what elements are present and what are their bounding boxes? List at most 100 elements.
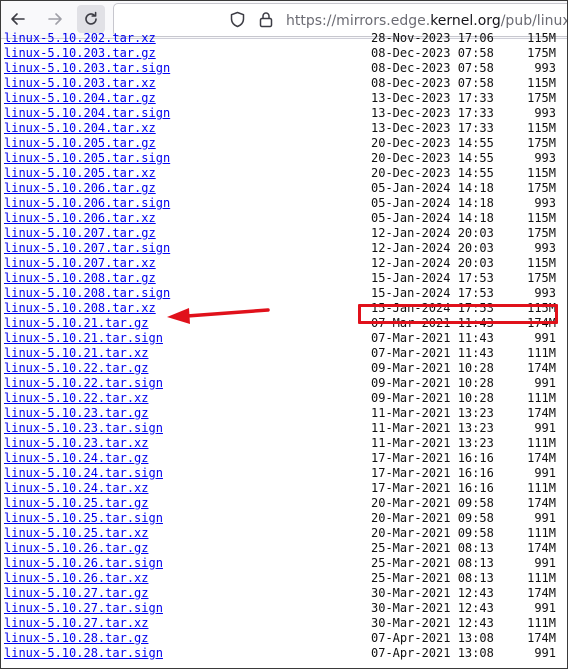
file-size: 993 [534,151,556,165]
file-link[interactable]: linux-5.10.22.tar.xz [4,391,149,406]
file-link[interactable]: linux-5.10.208.tar.sign [4,286,170,301]
file-link[interactable]: linux-5.10.21.tar.sign [4,331,163,346]
file-date: 17-Mar-2021 16:16 [371,466,494,480]
file-link[interactable]: linux-5.10.21.tar.gz [4,316,149,331]
file-date: 07-Apr-2021 13:08 [371,631,494,645]
file-link[interactable]: linux-5.10.207.tar.sign [4,241,170,256]
file-date: 25-Mar-2021 08:13 [371,571,494,585]
file-link[interactable]: linux-5.10.22.tar.sign [4,376,163,391]
annotation-arrow-icon [167,308,270,324]
highlight-box [358,304,558,324]
file-link[interactable]: linux-5.10.23.tar.gz [4,406,149,421]
file-size: 991 [534,646,556,660]
file-date: 09-Mar-2021 10:28 [371,391,494,405]
file-link[interactable]: linux-5.10.23.tar.sign [4,421,163,436]
back-button[interactable] [4,5,32,33]
arrow-left-icon [11,13,25,25]
file-link[interactable]: linux-5.10.206.tar.gz [4,181,156,196]
file-link[interactable]: linux-5.10.207.tar.xz [4,256,156,271]
file-date: 11-Mar-2021 13:23 [371,436,494,450]
url-text[interactable]: https://mirrors.edge.kernel.org/pub/linu… [286,13,568,29]
file-size: 174M [527,631,556,645]
file-size: 991 [534,601,556,615]
file-size: 174M [527,541,556,555]
file-size: 111M [527,481,556,495]
file-link[interactable]: linux-5.10.27.tar.xz [4,616,149,631]
file-date: 05-Jan-2024 14:18 [371,196,494,210]
file-date: 07-Mar-2021 11:43 [371,331,494,345]
file-link[interactable]: linux-5.10.25.tar.sign [4,511,163,526]
file-link[interactable]: linux-5.10.208.tar.gz [4,271,156,286]
file-size: 111M [527,526,556,540]
file-link[interactable]: linux-5.10.204.tar.gz [4,91,156,106]
file-link[interactable]: linux-5.10.24.tar.gz [4,451,149,466]
file-size: 175M [527,91,556,105]
arrow-right-icon [48,13,62,25]
reload-icon [85,11,97,25]
file-size: 115M [527,256,556,270]
file-size: 174M [527,451,556,465]
file-date: 07-Mar-2021 11:43 [371,346,494,360]
address-bar[interactable]: https://mirrors.edge.kernel.org/pub/linu… [113,3,568,37]
file-date: 09-Mar-2021 10:28 [371,376,494,390]
file-link[interactable]: linux-5.10.208.tar.xz [4,301,156,316]
file-link[interactable]: linux-5.10.203.tar.sign [4,61,170,76]
file-link[interactable]: linux-5.10.27.tar.sign [4,601,163,616]
file-date: 30-Mar-2021 12:43 [371,601,494,615]
file-link[interactable]: linux-5.10.28.tar.sign [4,646,163,661]
file-date: 13-Dec-2023 17:33 [371,106,494,120]
file-size: 991 [534,556,556,570]
file-link[interactable]: linux-5.10.21.tar.xz [4,346,149,361]
lock-icon[interactable] [258,11,274,28]
file-date: 20-Mar-2021 09:58 [371,496,494,510]
file-size: 175M [527,46,556,60]
file-link[interactable]: linux-5.10.26.tar.xz [4,571,149,586]
file-link[interactable]: linux-5.10.205.tar.xz [4,166,156,181]
file-link[interactable]: linux-5.10.205.tar.sign [4,151,170,166]
file-link[interactable]: linux-5.10.206.tar.sign [4,196,170,211]
url-host: kernel.org [430,13,501,29]
file-link[interactable]: linux-5.10.204.tar.xz [4,121,156,136]
file-link[interactable]: linux-5.10.24.tar.xz [4,481,149,496]
file-date: 20-Mar-2021 09:58 [371,526,494,540]
browser-window: https://mirrors.edge.kernel.org/pub/linu… [0,0,568,669]
file-date: 20-Dec-2023 14:55 [371,136,494,150]
url-suffix: /pub/linux/kernel/v5.x/ [500,13,568,29]
file-link[interactable]: linux-5.10.203.tar.gz [4,46,156,61]
file-link[interactable]: linux-5.10.25.tar.gz [4,496,149,511]
file-link[interactable]: linux-5.10.22.tar.gz [4,361,149,376]
forward-button[interactable] [41,5,69,33]
file-date: 08-Dec-2023 07:58 [371,76,494,90]
file-size: 993 [534,61,556,75]
file-link[interactable]: linux-5.10.205.tar.gz [4,136,156,151]
file-date: 12-Jan-2024 20:03 [371,226,494,240]
file-link[interactable]: linux-5.10.26.tar.sign [4,556,163,571]
file-link[interactable]: linux-5.10.24.tar.sign [4,466,163,481]
file-size: 993 [534,196,556,210]
file-link[interactable]: linux-5.10.206.tar.xz [4,211,156,226]
file-link[interactable]: linux-5.10.202.tar.xz [4,31,156,46]
file-link[interactable]: linux-5.10.28.tar.gz [4,631,149,646]
file-link[interactable]: linux-5.10.27.tar.gz [4,586,149,601]
file-size: 991 [534,466,556,480]
file-date: 28-Nov-2023 17:06 [371,31,494,45]
file-size: 111M [527,346,556,360]
file-size: 111M [527,391,556,405]
file-date: 12-Jan-2024 20:03 [371,256,494,270]
file-date: 07-Apr-2021 13:08 [371,646,494,660]
file-link[interactable]: linux-5.10.26.tar.gz [4,541,149,556]
file-link[interactable]: linux-5.10.203.tar.xz [4,76,156,91]
file-date: 20-Dec-2023 14:55 [371,151,494,165]
file-size: 115M [527,211,556,225]
shield-icon[interactable] [229,11,246,28]
file-link[interactable]: linux-5.10.23.tar.xz [4,436,149,451]
file-size: 111M [527,436,556,450]
file-link[interactable]: linux-5.10.207.tar.gz [4,226,156,241]
file-size: 993 [534,241,556,255]
reload-button[interactable] [77,5,105,33]
file-size: 175M [527,271,556,285]
file-date: 15-Jan-2024 17:53 [371,286,494,300]
file-size: 115M [527,166,556,180]
file-link[interactable]: linux-5.10.25.tar.xz [4,526,149,541]
file-link[interactable]: linux-5.10.204.tar.sign [4,106,170,121]
